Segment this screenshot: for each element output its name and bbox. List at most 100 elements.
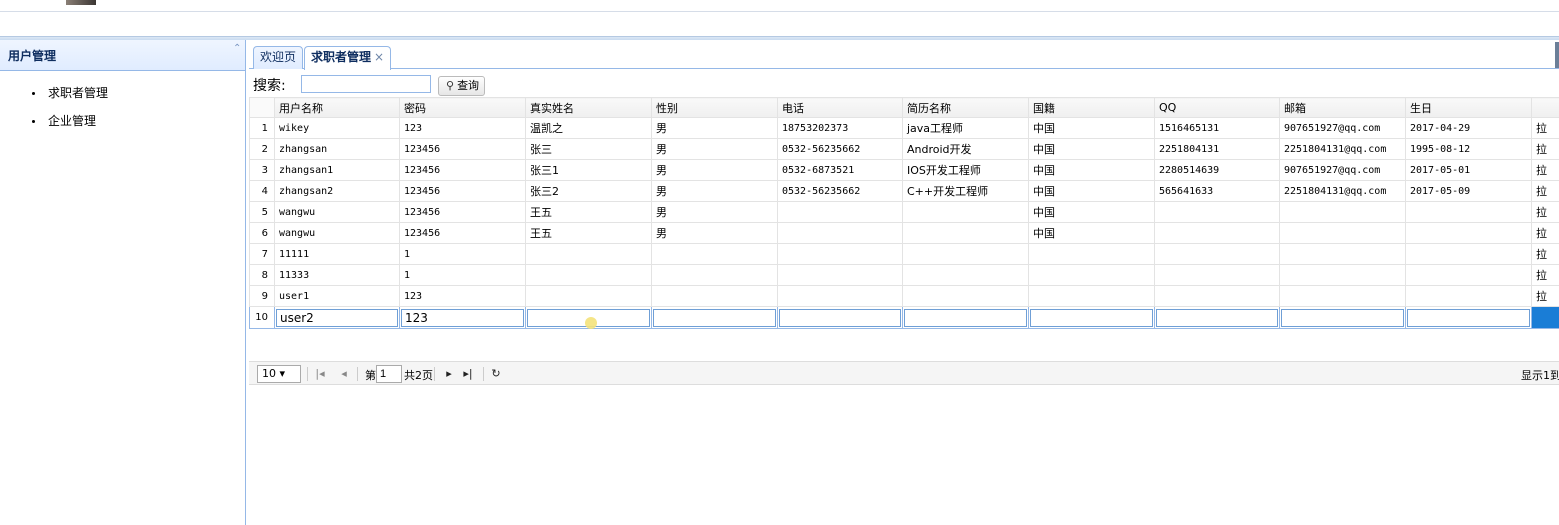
table-cell[interactable] (1154, 201, 1280, 223)
table-cell[interactable]: 2251804131@qq.com (1279, 138, 1406, 160)
table-cell[interactable] (525, 285, 652, 307)
tab-jobseeker[interactable]: 求职者管理 × (304, 46, 392, 70)
table-cell[interactable] (1405, 222, 1532, 244)
table-cell[interactable]: 中国 (1028, 159, 1155, 181)
table-cell[interactable]: 0532-6873521 (777, 159, 903, 181)
table-cell[interactable]: 中国 (1028, 117, 1155, 139)
table-cell[interactable]: 中国 (1028, 222, 1155, 244)
table-cell[interactable]: user1 (274, 285, 400, 307)
cell-editor[interactable] (1156, 308, 1278, 327)
table-cell[interactable]: 2017-05-09 (1405, 180, 1532, 202)
table-row[interactable]: 9 user1 123 拉 (249, 285, 1559, 307)
table-row[interactable]: 2 zhangsan 123456 张三男 0532-56235662 Android开发… (249, 138, 1559, 160)
table-row[interactable]: 6 wangwu 123456 王五男 中国 拉 (249, 222, 1559, 244)
table-cell[interactable] (1279, 201, 1406, 223)
table-row[interactable]: 1 wikey 123 温凯之男 18753202373 java工程师 中国 1516465… (249, 117, 1559, 139)
table-cell[interactable]: 2017-05-01 (1405, 159, 1532, 181)
column-header[interactable]: 用户名称 (274, 97, 400, 118)
table-cell[interactable]: 王五 (525, 222, 652, 244)
table-cell[interactable]: 拉 (1531, 180, 1559, 202)
column-header[interactable]: 电话 (777, 97, 903, 118)
table-cell[interactable]: 11111 (274, 243, 400, 265)
table-row[interactable]: 10 user2 123 (249, 306, 1559, 329)
cell-editor[interactable] (653, 308, 776, 327)
table-row[interactable]: 3 zhangsan1 123456 张三1 男 0532-6873521 IOS开发工程师… (249, 159, 1559, 181)
table-cell[interactable]: wangwu (274, 222, 400, 244)
column-header[interactable]: 性别 (651, 97, 778, 118)
table-cell[interactable] (525, 264, 652, 286)
table-cell[interactable]: zhangsan1 (274, 159, 400, 181)
table-cell[interactable]: 0532-56235662 (777, 138, 903, 160)
table-cell[interactable]: 男 (651, 117, 778, 139)
page-size-select[interactable]: 10 ▾ (257, 365, 301, 383)
last-page-icon[interactable]: ▸| (461, 366, 475, 382)
tab-scroll-handle[interactable] (1555, 42, 1559, 68)
cell-editor[interactable]: user2 (276, 308, 398, 327)
table-cell[interactable]: user2 (274, 306, 400, 329)
table-cell[interactable] (1028, 285, 1155, 307)
table-cell[interactable]: 0532-56235662 (777, 180, 903, 202)
column-header[interactable]: 密码 (399, 97, 526, 118)
table-cell[interactable] (1154, 222, 1280, 244)
table-cell[interactable]: 男 (651, 138, 778, 160)
table-cell[interactable] (1405, 243, 1532, 265)
table-cell[interactable]: 拉 (1531, 117, 1559, 139)
table-cell[interactable]: 拉 (1531, 159, 1559, 181)
prev-page-icon[interactable]: ◂ (337, 366, 351, 382)
search-button[interactable]: ⚲ 查询 (438, 76, 485, 96)
table-cell[interactable]: 王五 (525, 201, 652, 223)
table-cell[interactable]: 1516465131 (1154, 117, 1280, 139)
sidebar-item-company[interactable]: 企业管理 (0, 111, 245, 139)
table-cell[interactable] (651, 264, 778, 286)
table-cell[interactable] (1279, 285, 1406, 307)
table-cell[interactable]: 2251804131 (1154, 138, 1280, 160)
table-cell[interactable] (1154, 264, 1280, 286)
table-cell[interactable]: 中国 (1028, 138, 1155, 160)
table-cell[interactable] (1028, 243, 1155, 265)
next-page-icon[interactable]: ▸ (442, 366, 456, 382)
table-cell[interactable]: 907651927@qq.com (1279, 159, 1406, 181)
table-cell[interactable] (1405, 201, 1532, 223)
table-cell[interactable] (777, 285, 903, 307)
table-cell[interactable] (1405, 306, 1532, 329)
table-cell[interactable]: zhangsan (274, 138, 400, 160)
table-cell[interactable]: 123456 (399, 138, 526, 160)
table-cell[interactable] (1531, 306, 1559, 329)
table-cell[interactable]: 1 (399, 243, 526, 265)
table-row[interactable]: 4 zhangsan2 123456 张三2 男 0532-56235662 C++开发工程… (249, 180, 1559, 202)
tab-welcome[interactable]: 欢迎页 (253, 46, 304, 69)
page-number-input[interactable] (376, 365, 402, 383)
table-cell[interactable]: 18753202373 (777, 117, 903, 139)
table-row[interactable]: 7 11111 1 拉 (249, 243, 1559, 265)
table-cell[interactable]: C++开发工程师 (902, 180, 1029, 202)
table-cell[interactable] (777, 306, 903, 329)
table-cell[interactable] (1154, 306, 1280, 329)
table-cell[interactable]: 907651927@qq.com (1279, 117, 1406, 139)
table-cell[interactable] (902, 222, 1029, 244)
table-cell[interactable]: 11333 (274, 264, 400, 286)
table-row[interactable]: 5 wangwu 123456 王五男 中国 拉 (249, 201, 1559, 223)
cell-editor[interactable] (1030, 308, 1153, 327)
column-header[interactable]: QQ (1154, 97, 1280, 118)
column-header[interactable] (1531, 97, 1559, 118)
table-cell[interactable]: 拉 (1531, 243, 1559, 265)
table-cell[interactable] (777, 201, 903, 223)
cell-editor[interactable] (779, 308, 901, 327)
table-cell[interactable] (902, 285, 1029, 307)
sidebar-item-jobseeker[interactable]: 求职者管理 (0, 83, 245, 111)
table-cell[interactable]: 拉 (1531, 138, 1559, 160)
table-row[interactable]: 8 11333 1 拉 (249, 264, 1559, 286)
table-cell[interactable]: Android开发 (902, 138, 1029, 160)
table-cell[interactable]: 123 (399, 117, 526, 139)
table-cell[interactable] (1279, 306, 1406, 329)
table-cell[interactable]: 拉 (1531, 285, 1559, 307)
first-page-icon[interactable]: |◂ (313, 366, 327, 382)
table-cell[interactable]: 男 (651, 222, 778, 244)
table-cell[interactable]: 拉 (1531, 264, 1559, 286)
table-cell[interactable]: zhangsan2 (274, 180, 400, 202)
table-cell[interactable] (525, 243, 652, 265)
table-cell[interactable]: 123 (399, 285, 526, 307)
table-cell[interactable] (1279, 243, 1406, 265)
table-cell[interactable] (1028, 306, 1155, 329)
table-cell[interactable]: 123456 (399, 222, 526, 244)
